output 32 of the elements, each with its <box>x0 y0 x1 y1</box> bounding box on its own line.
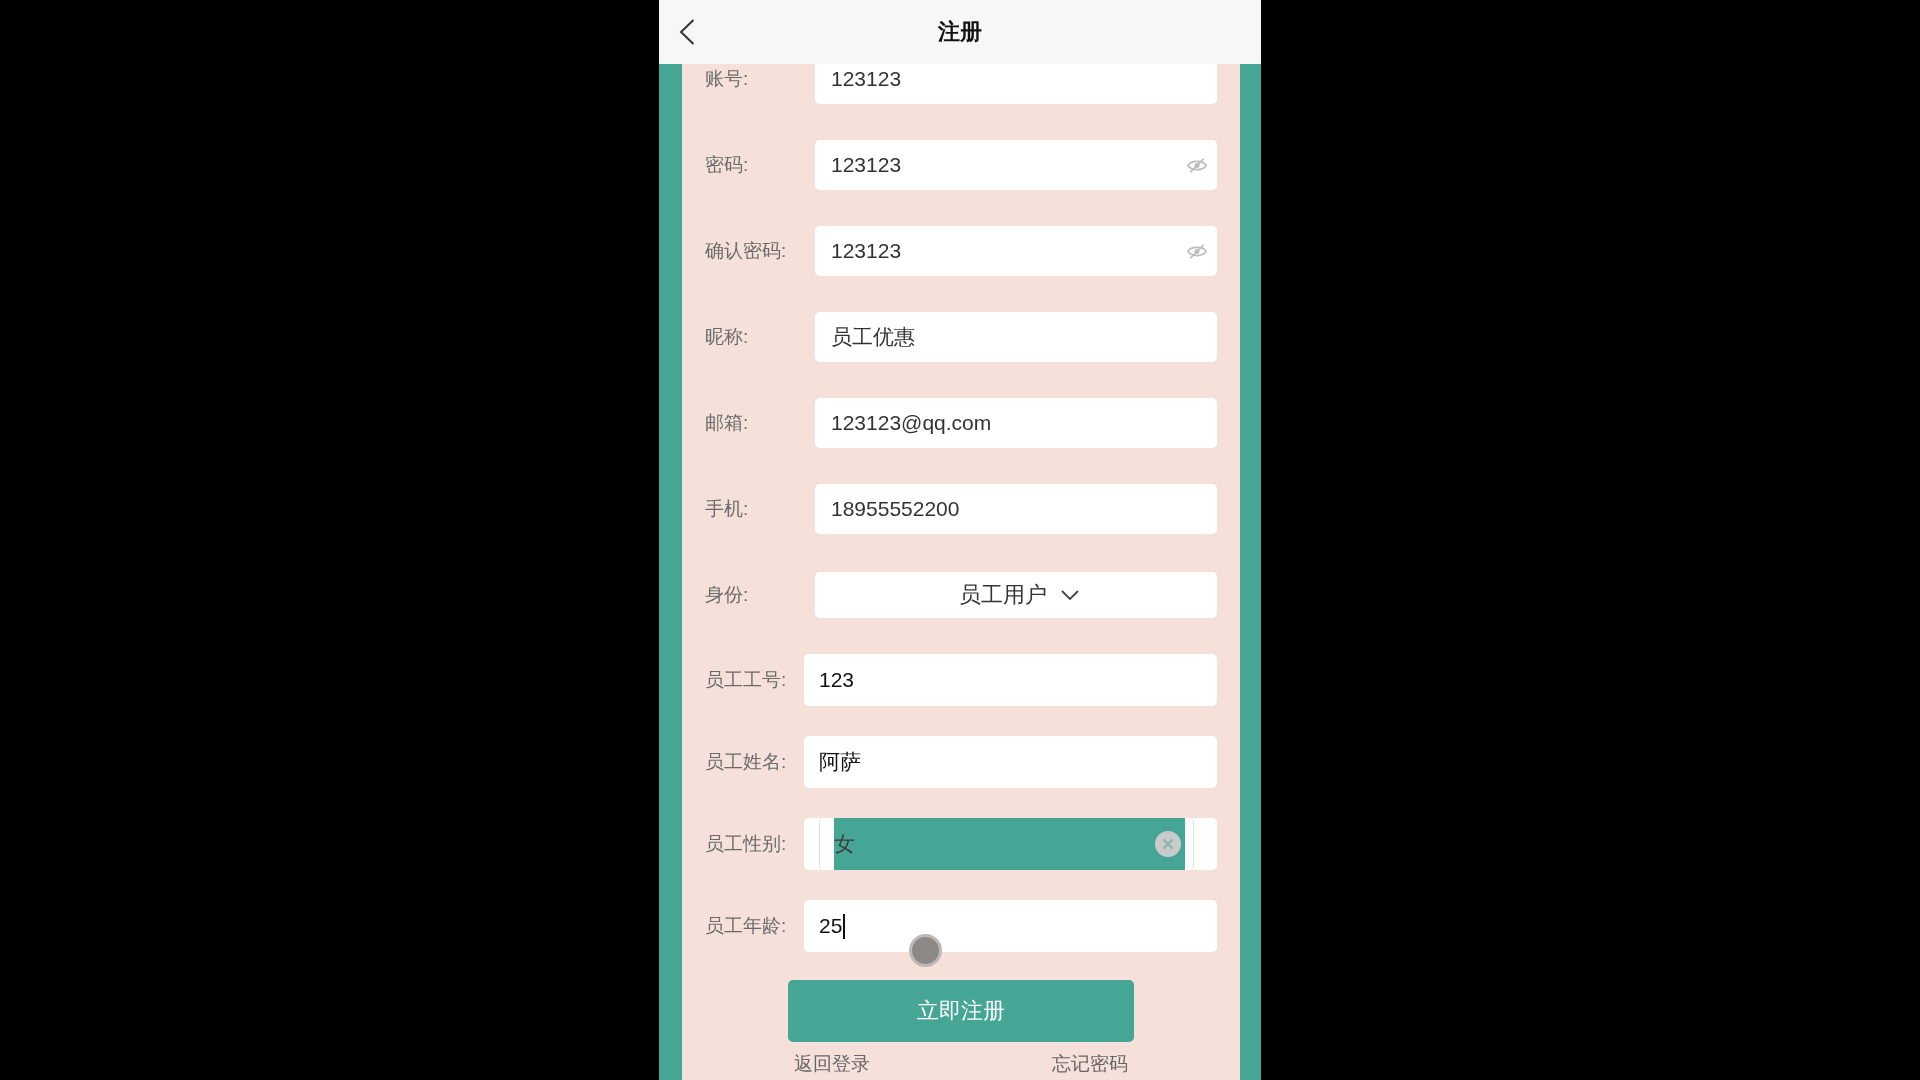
clear-icon[interactable] <box>1155 831 1181 857</box>
field-label: 身份: <box>705 583 750 607</box>
field-label: 员工年龄: <box>705 914 788 938</box>
eye-slash-icon[interactable] <box>1187 243 1207 259</box>
text-field[interactable]: 123123 <box>815 64 1217 104</box>
field-label: 手机: <box>705 497 750 521</box>
text-field[interactable]: 阿萨 <box>804 736 1217 788</box>
field-label: 密码: <box>705 153 750 177</box>
text-field[interactable]: 123 <box>804 654 1217 706</box>
eye-slash-icon[interactable] <box>1187 157 1207 173</box>
page-title: 注册 <box>937 18 983 46</box>
chevron-down-icon <box>1061 590 1079 600</box>
select-field[interactable]: 员工用户 <box>815 572 1217 618</box>
text-link[interactable]: 返回登录 <box>794 1052 870 1076</box>
field-label: 员工性别: <box>705 832 788 856</box>
text-field[interactable]: 员工优惠 <box>815 312 1217 362</box>
selected-option[interactable]: 女 <box>834 818 1185 870</box>
password-field[interactable]: 123123 <box>815 226 1217 276</box>
text-caret <box>843 913 846 939</box>
text-link[interactable]: 忘记密码 <box>1052 1052 1128 1076</box>
field-label: 确认密码: <box>705 239 788 263</box>
text-field[interactable]: 123123@qq.com <box>815 398 1217 448</box>
picker-field[interactable]: 女 <box>804 818 1217 870</box>
field-label: 昵称: <box>705 325 750 349</box>
text-field[interactable]: 18955552200 <box>815 484 1217 534</box>
text-field[interactable]: 25 <box>804 900 1217 952</box>
field-label: 账号: <box>705 67 750 91</box>
field-label: 邮箱: <box>705 411 750 435</box>
password-field[interactable]: 123123 <box>815 140 1217 190</box>
field-label: 员工姓名: <box>705 750 788 774</box>
field-label: 员工工号: <box>705 668 788 692</box>
back-icon[interactable] <box>679 19 695 45</box>
